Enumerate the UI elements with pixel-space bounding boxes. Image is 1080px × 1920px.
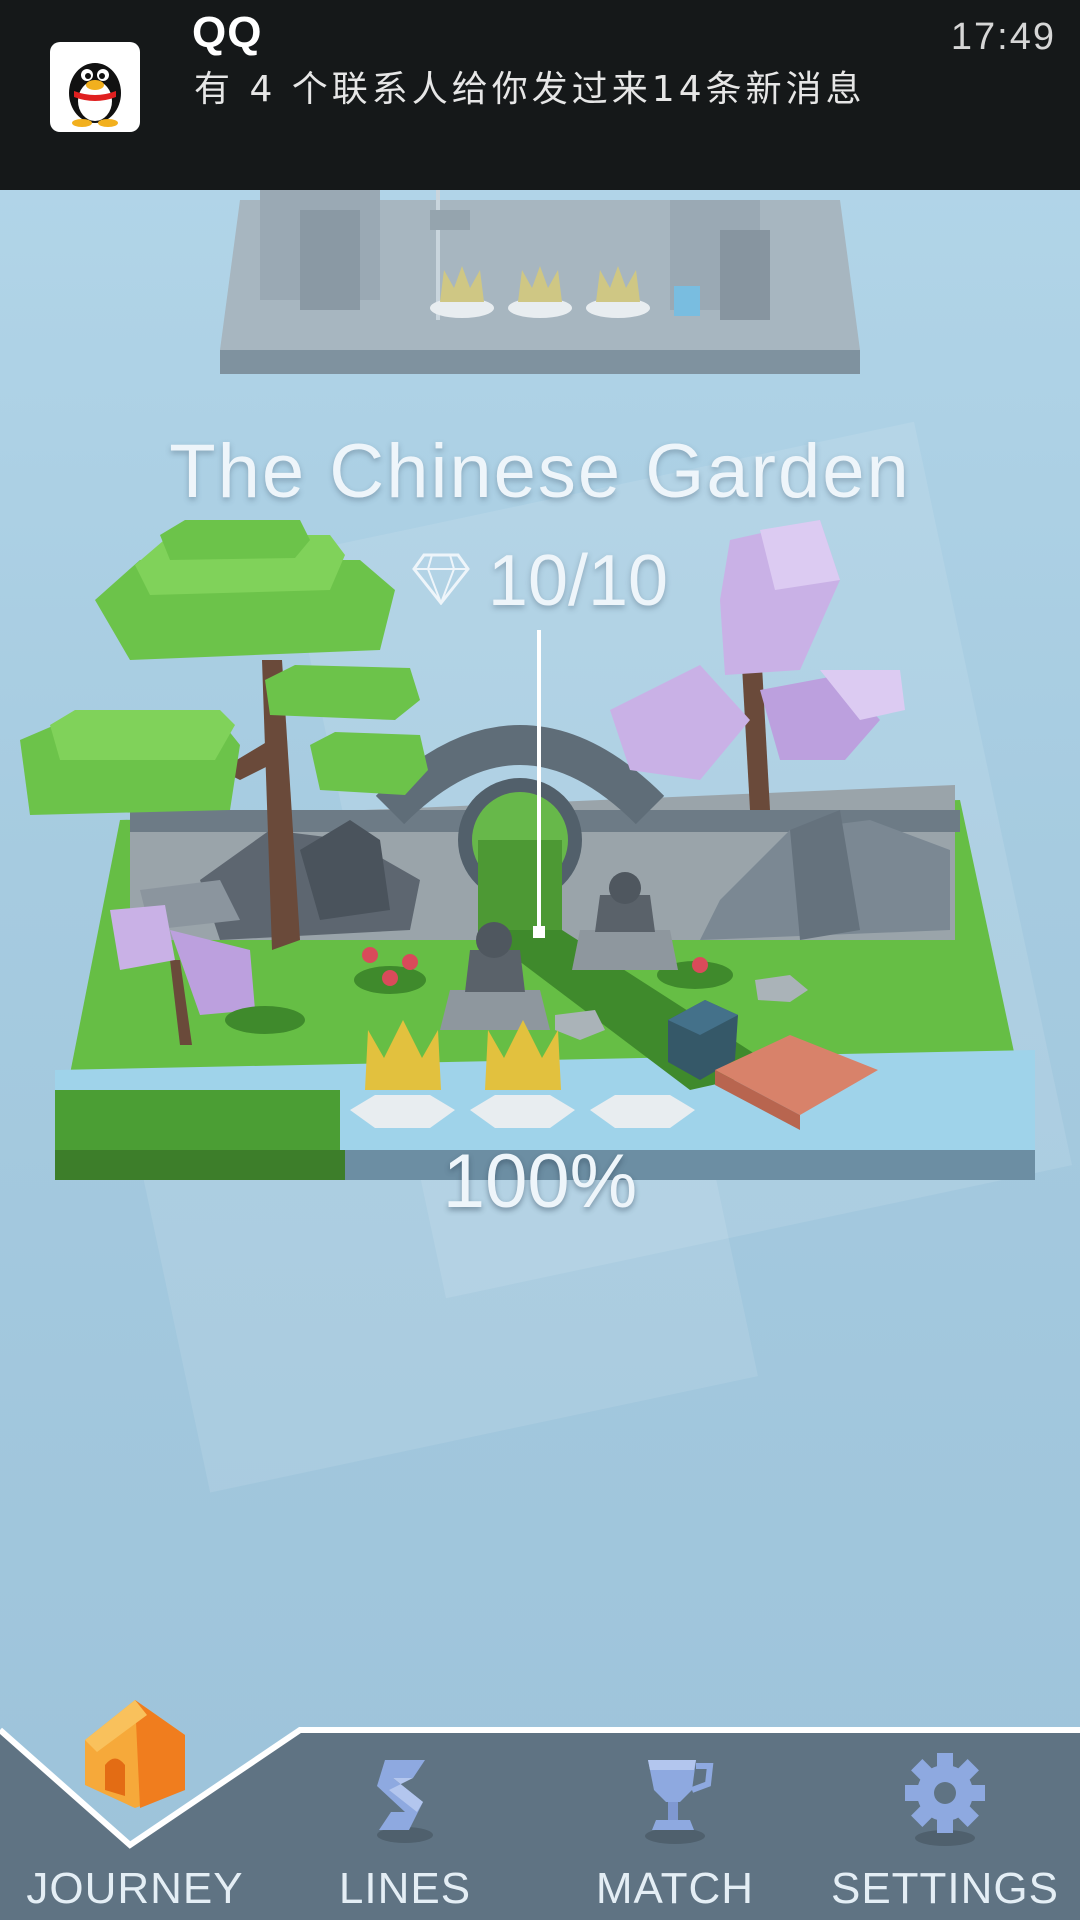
bottom-navigation: JOURNEY LINES MATCH SETTINGS xyxy=(0,1700,1080,1920)
level-title: The Chinese Garden xyxy=(169,429,911,514)
gear-icon xyxy=(900,1748,990,1852)
status-time: 17:49 xyxy=(950,16,1056,58)
nav-match[interactable]: MATCH xyxy=(540,1700,810,1920)
nav-settings[interactable]: SETTINGS xyxy=(810,1700,1080,1920)
nav-lines-label: LINES xyxy=(338,1864,472,1913)
notification-banner[interactable]: QQ 有 4 个联系人给你发过来14条新消息 17:49 xyxy=(0,0,1080,190)
nav-settings-label: SETTINGS xyxy=(830,1864,1060,1913)
trophy-icon xyxy=(630,1750,720,1849)
notification-app-name: QQ xyxy=(192,8,263,57)
level-diorama[interactable] xyxy=(0,510,1080,1230)
home-icon xyxy=(75,1690,195,1814)
previous-level-card[interactable] xyxy=(200,170,880,400)
qq-penguin-icon xyxy=(50,42,140,132)
nav-journey-label: JOURNEY xyxy=(26,1864,244,1913)
notification-message: 有 4 个联系人给你发过来14条新消息 xyxy=(194,69,866,110)
nav-journey[interactable]: JOURNEY xyxy=(0,1700,270,1920)
nav-lines[interactable]: LINES xyxy=(270,1700,540,1920)
lines-icon xyxy=(365,1750,445,1849)
nav-match-label: MATCH xyxy=(595,1864,755,1913)
level-progress: 100% xyxy=(442,1139,638,1224)
